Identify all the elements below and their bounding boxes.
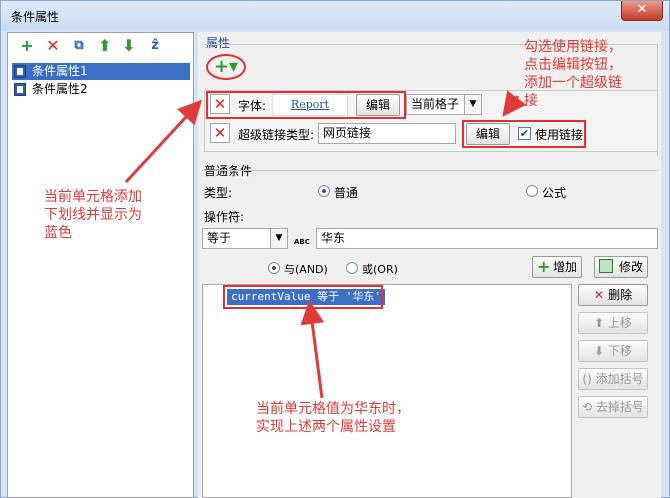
condition-list-pane: + ✕ ⧉ ⬆ ⬇ ẑ 条件属性1 条件属性2: [7, 32, 194, 498]
and-radio[interactable]: [268, 262, 280, 274]
annotation-highlight-add: [206, 54, 246, 80]
delete-icon: ✕: [593, 288, 609, 302]
move-up-button[interactable]: ⬆ 上移: [578, 312, 648, 334]
plus-icon: +: [537, 257, 551, 276]
tree-item-label: 条件属性2: [32, 82, 88, 96]
condition-icon: [14, 83, 26, 96]
annotation-line: 点击编辑按钮，: [524, 57, 622, 73]
annotation-line: 添加一个超级链: [524, 75, 622, 91]
annotation-line: 当前单元格值为华东时，: [256, 401, 410, 417]
window-title: 条件属性: [11, 10, 60, 24]
annotation-link-note: 勾选使用链接， 点击编辑按钮， 添加一个超级链 接: [524, 38, 622, 110]
tree-item-condition-1[interactable]: 条件属性1: [12, 63, 190, 80]
annotation-line: 蓝色: [44, 225, 72, 241]
delete-icon[interactable]: ✕: [44, 37, 62, 55]
move-up-label: 上移: [607, 316, 632, 330]
add-condition-button[interactable]: + 增加: [532, 256, 582, 278]
condition-value-field[interactable]: 华东: [316, 228, 658, 249]
close-button[interactable]: ✕: [621, 1, 663, 21]
move-up-icon[interactable]: ⬆: [96, 37, 114, 55]
remove-bracket-icon: ⟲: [582, 400, 596, 414]
move-down-icon[interactable]: ⬇: [120, 37, 138, 55]
add-bracket-label: 添加括号: [595, 372, 644, 386]
tree-item-label: 条件属性1: [32, 64, 88, 78]
type-label: 类型:: [204, 186, 233, 200]
annotation-highlight-font: [206, 91, 406, 119]
remove-link-icon[interactable]: ✕: [210, 123, 230, 143]
type-formula-label: 公式: [542, 186, 567, 200]
annotation-line: 下划线并显示为: [44, 207, 142, 223]
arrow-down-icon: ⬇: [594, 344, 608, 358]
delete-label: 删除: [608, 288, 633, 302]
modify-icon: [599, 259, 613, 273]
add-bracket-button[interactable]: () 添加括号: [578, 368, 648, 390]
condition-icon: [14, 65, 26, 78]
chevron-down-icon[interactable]: ▼: [464, 94, 482, 115]
annotation-font-note: 当前单元格添加 下划线并显示为 蓝色: [44, 188, 142, 242]
title-bar: 条件属性 ✕: [1, 1, 669, 31]
annotation-line: 实现上述两个属性设置: [256, 419, 396, 435]
value-type-icon[interactable]: ABC: [294, 228, 314, 249]
delete-button[interactable]: ✕ 删除: [578, 284, 648, 306]
move-down-label: 下移: [607, 344, 632, 358]
modify-condition-button[interactable]: 修改: [594, 256, 648, 278]
type-formula-radio[interactable]: [526, 185, 538, 197]
operator-label: 操作符:: [204, 210, 245, 224]
remove-bracket-button[interactable]: ⟲ 去掉括号: [578, 396, 648, 418]
add-condition-label: 增加: [552, 260, 577, 274]
annotation-line: 接: [524, 93, 538, 109]
operator-select[interactable]: 等于: [202, 228, 272, 249]
annotation-highlight-expression: [223, 285, 383, 309]
condition-divider: [202, 170, 658, 171]
condition-expression-list[interactable]: currentValue 等于 '华东': [202, 284, 572, 498]
type-normal-label: 普通: [334, 186, 359, 200]
remove-bracket-label: 去掉括号: [595, 400, 644, 414]
add-icon[interactable]: +: [18, 37, 36, 55]
chevron-down-icon[interactable]: ▼: [270, 228, 288, 249]
or-radio[interactable]: [346, 262, 358, 274]
annotation-line: 当前单元格添加: [44, 189, 142, 205]
annotation-highlight-link: [462, 120, 586, 148]
copy-icon[interactable]: ⧉: [70, 37, 88, 55]
and-label: 与(AND): [284, 263, 328, 276]
modify-condition-label: 修改: [618, 260, 643, 274]
bracket-icon: (): [582, 372, 596, 386]
link-type-label: 超级链接类型:: [238, 128, 315, 142]
arrow-up-icon: ⬆: [594, 316, 608, 330]
scope-select[interactable]: 当前格子: [406, 94, 464, 115]
type-normal-radio[interactable]: [318, 185, 330, 197]
sort-icon[interactable]: ẑ: [146, 37, 164, 55]
tree-item-condition-2[interactable]: 条件属性2: [12, 81, 190, 98]
or-label: 或(OR): [362, 263, 398, 276]
link-type-field[interactable]: 网页链接: [318, 123, 456, 144]
annotation-line: 勾选使用链接，: [524, 39, 622, 55]
move-down-button[interactable]: ⬇ 下移: [578, 340, 648, 362]
annotation-expression-note: 当前单元格值为华东时， 实现上述两个属性设置: [256, 400, 410, 436]
